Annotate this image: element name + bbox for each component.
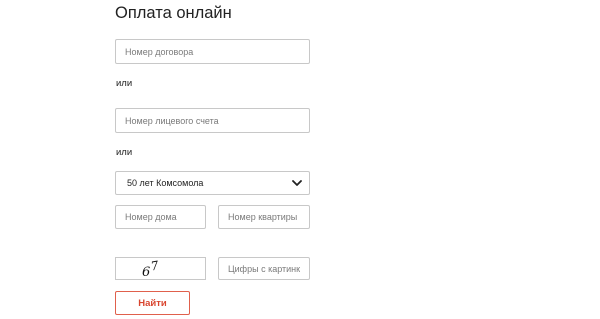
street-select-value: 50 лет Комсомола (127, 178, 204, 188)
captcha-input[interactable] (218, 257, 310, 280)
captcha-digit: 7 (150, 258, 160, 273)
apartment-number-input[interactable] (218, 205, 310, 229)
captcha-digit: 6 (142, 265, 150, 279)
or-separator: или (116, 147, 133, 158)
captcha-image: 6 7 (115, 257, 206, 280)
contract-number-input[interactable] (115, 39, 310, 64)
account-number-input[interactable] (115, 108, 310, 133)
page-title: Оплата онлайн (115, 4, 232, 22)
chevron-down-icon (292, 178, 302, 188)
house-number-input[interactable] (115, 205, 206, 229)
or-separator: или (116, 78, 133, 89)
find-button[interactable]: Найти (115, 291, 190, 315)
street-select[interactable]: 50 лет Комсомола (115, 171, 310, 195)
